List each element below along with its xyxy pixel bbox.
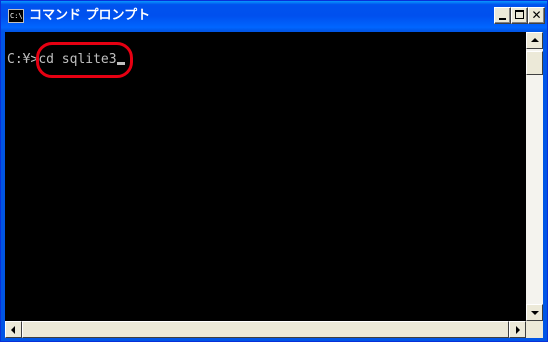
arrow-left-icon	[11, 326, 15, 334]
horizontal-scroll-thumb[interactable]	[22, 321, 509, 338]
console-icon[interactable]: C:\	[8, 9, 24, 23]
vertical-scrollbar[interactable]	[526, 32, 543, 321]
window-title: コマンド プロンプト	[29, 8, 151, 23]
prompt-text: C:¥>	[7, 52, 39, 67]
maximize-button[interactable]	[511, 7, 528, 24]
size-grip	[526, 321, 543, 338]
arrow-down-icon	[531, 311, 539, 315]
console-output[interactable]: C:¥>cd sqlite3	[5, 32, 526, 321]
minimize-button[interactable]	[494, 7, 511, 24]
minimize-icon	[499, 18, 506, 20]
close-button[interactable]: ✕	[528, 7, 545, 24]
command-prompt-window: C:\ コマンド プロンプト ✕ C:¥>cd sqlite3	[0, 0, 548, 342]
horizontal-scrollbar[interactable]	[5, 321, 526, 338]
maximize-icon	[515, 10, 524, 19]
close-icon: ✕	[531, 8, 542, 22]
arrow-up-icon	[531, 38, 539, 42]
highlight-circle	[36, 42, 133, 78]
scroll-right-button[interactable]	[509, 321, 526, 338]
vertical-scroll-thumb[interactable]	[526, 51, 543, 75]
arrow-right-icon	[516, 326, 520, 334]
scroll-down-button[interactable]	[526, 304, 543, 321]
scroll-up-button[interactable]	[526, 32, 543, 49]
title-bar[interactable]: C:\ コマンド プロンプト ✕	[1, 1, 547, 31]
scroll-left-button[interactable]	[5, 321, 22, 338]
